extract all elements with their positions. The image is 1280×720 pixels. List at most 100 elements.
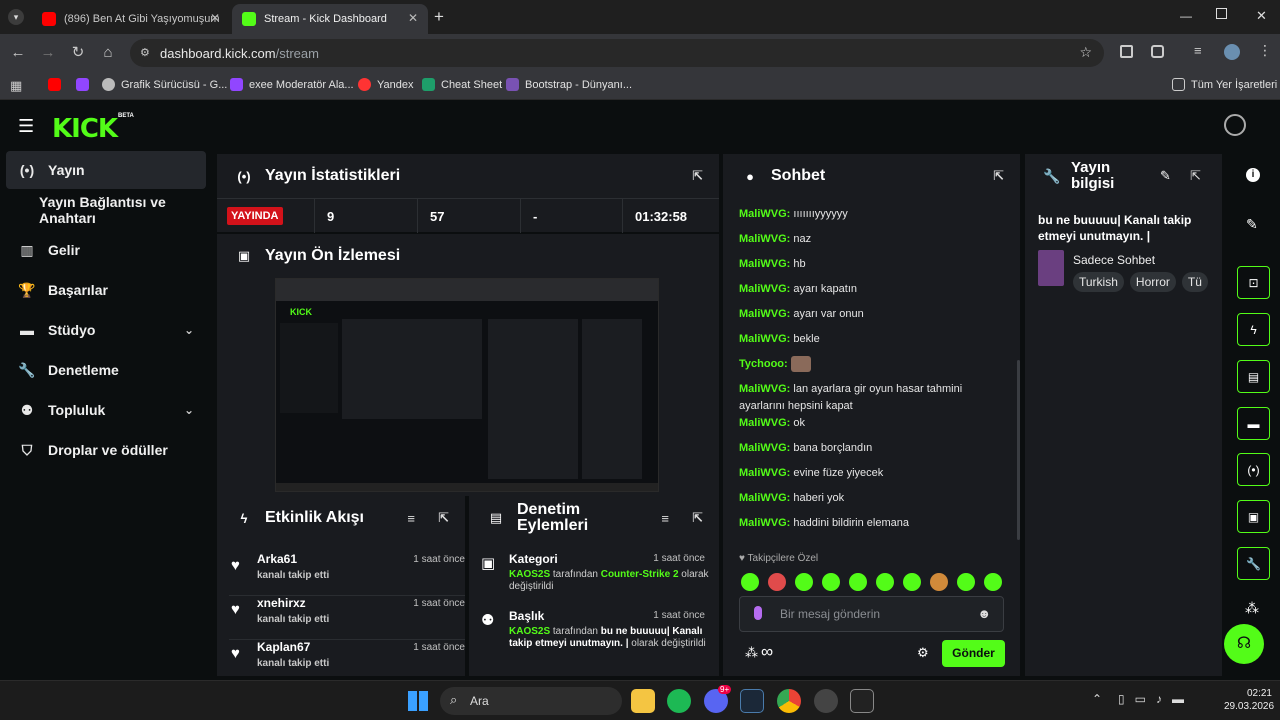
- profile-avatar[interactable]: [1224, 44, 1240, 60]
- emoji-icon[interactable]: ☻: [977, 606, 991, 621]
- tab-search-dropdown[interactable]: ▾: [8, 9, 24, 25]
- chat-settings-icon[interactable]: ⚙: [917, 645, 929, 661]
- info-icon[interactable]: i: [1246, 168, 1260, 182]
- rail-button-wrench[interactable]: 🔧: [1237, 547, 1270, 580]
- sidebar-item[interactable]: ▥ Gelir: [6, 231, 206, 269]
- event-user[interactable]: Kaplan67: [257, 640, 310, 654]
- media-icon[interactable]: ≡: [1194, 43, 1202, 58]
- stream-tag[interactable]: Tü: [1181, 272, 1208, 292]
- close-icon[interactable]: ✕: [210, 11, 220, 25]
- event-user[interactable]: Arka61: [257, 552, 297, 566]
- home-icon[interactable]: ⌂: [98, 44, 118, 62]
- chat-username[interactable]: MaliWVG: [739, 467, 787, 479]
- emote-icon[interactable]: [795, 573, 813, 591]
- pencil-icon[interactable]: ✎: [1246, 216, 1258, 233]
- chat-input[interactable]: Bir mesaj gönderin ☻: [739, 596, 1004, 632]
- reload-button[interactable]: ↻: [68, 44, 88, 62]
- chevron-down-icon[interactable]: ⌄: [184, 323, 194, 337]
- chat-username[interactable]: MaliWVG: [739, 492, 787, 504]
- sidebar-item[interactable]: Yayın Bağlantısı ve Anahtarı: [6, 191, 206, 229]
- menu-icon[interactable]: ⋮: [1258, 42, 1272, 59]
- sidebar-item[interactable]: (•) Yayın: [6, 151, 206, 189]
- windows-start-icon[interactable]: [408, 691, 428, 711]
- emote-icon[interactable]: [849, 573, 867, 591]
- tray-chevron-icon[interactable]: ⌃: [1092, 692, 1102, 706]
- close-window-button[interactable]: ✕: [1256, 8, 1267, 24]
- chevron-down-icon[interactable]: ⌄: [184, 403, 194, 417]
- stream-preview-video[interactable]: KICK: [275, 278, 659, 492]
- file-explorer-icon[interactable]: [631, 689, 655, 713]
- popout-icon[interactable]: ⇱: [993, 168, 1004, 184]
- epic-games-icon[interactable]: [850, 689, 874, 713]
- popout-icon[interactable]: ⇱: [692, 168, 703, 184]
- taskbar-search[interactable]: ⌕ Ara: [440, 687, 622, 715]
- site-info-icon[interactable]: ⚙: [140, 46, 150, 59]
- bookmark-5[interactable]: Bootstrap - Dünyanı...: [506, 78, 632, 91]
- bookmark-3[interactable]: Yandex: [358, 78, 414, 91]
- chat-username[interactable]: MaliWVG: [739, 258, 787, 270]
- spotify-icon[interactable]: [667, 689, 691, 713]
- support-button[interactable]: ☊: [1224, 624, 1264, 664]
- bookmark-youtube[interactable]: [48, 78, 67, 91]
- chat-username[interactable]: MaliWVG: [739, 383, 787, 395]
- maximize-button[interactable]: [1216, 8, 1227, 19]
- channel-points-icon[interactable]: ⁂: [745, 645, 758, 661]
- bookmark-1[interactable]: Grafik Sürücüsü - G...: [102, 78, 227, 91]
- edit-icon[interactable]: ✎: [1160, 168, 1171, 184]
- tab-youtube[interactable]: (896) Ben At Gibi Yaşıyomuşum ✕: [32, 4, 230, 34]
- clock[interactable]: 02:21 29.03.2026: [1224, 687, 1274, 713]
- new-tab-button[interactable]: +: [434, 7, 444, 27]
- stream-tag[interactable]: Horror: [1129, 272, 1176, 292]
- emote-icon[interactable]: [876, 573, 894, 591]
- popout-icon[interactable]: ⇱: [692, 510, 703, 526]
- rail-button-document[interactable]: ▤: [1237, 360, 1270, 393]
- rail-button-camera[interactable]: ⊡: [1237, 266, 1270, 299]
- emote-icon[interactable]: [768, 573, 786, 591]
- bookmark-4[interactable]: Cheat Sheet: [422, 78, 502, 91]
- filter-icon[interactable]: ≡: [661, 511, 669, 526]
- event-user[interactable]: xnehirxz: [257, 596, 306, 610]
- chat-scrollbar[interactable]: [1017, 360, 1020, 540]
- puzzle-icon[interactable]: [1151, 45, 1164, 58]
- hamburger-menu-icon[interactable]: ☰: [18, 116, 34, 137]
- sidebar-item[interactable]: ▬ Stüdyo ⌄: [6, 311, 206, 349]
- back-button[interactable]: ←: [8, 44, 28, 62]
- emote-icon[interactable]: [903, 573, 921, 591]
- mic-icon[interactable]: [754, 606, 762, 620]
- steam-icon[interactable]: [740, 689, 764, 713]
- chat-username[interactable]: MaliWVG: [739, 233, 787, 245]
- app-icon[interactable]: [814, 689, 838, 713]
- sidebar-item[interactable]: 🏆 Başarılar: [6, 271, 206, 309]
- send-button[interactable]: Gönder: [942, 640, 1005, 667]
- chat-username[interactable]: MaliWVG: [739, 442, 787, 454]
- emote-icon[interactable]: [741, 573, 759, 591]
- chat-username[interactable]: MaliWVG: [739, 333, 787, 345]
- apps-icon[interactable]: ▦: [10, 78, 22, 94]
- chat-username[interactable]: MaliWVG: [739, 417, 787, 429]
- url-field[interactable]: ⚙ dashboard.kick.com/stream ☆: [130, 39, 1104, 67]
- sidebar-item[interactable]: 🔧 Denetleme: [6, 351, 206, 389]
- tab-kick[interactable]: Stream - Kick Dashboard ✕: [232, 4, 428, 34]
- tray-icons[interactable]: ▯▭♪▬: [1118, 692, 1194, 706]
- chat-username[interactable]: Tychooo: [739, 358, 784, 370]
- chat-username[interactable]: MaliWVG: [739, 208, 787, 220]
- rail-button-broadcast[interactable]: (•): [1237, 453, 1270, 486]
- channel-points-icon[interactable]: ⁂: [1245, 600, 1259, 617]
- minimize-button[interactable]: —: [1180, 9, 1192, 23]
- chat-username[interactable]: MaliWVG: [739, 308, 787, 320]
- user-avatar[interactable]: [1224, 114, 1246, 136]
- emote-icon[interactable]: [957, 573, 975, 591]
- moderator-name[interactable]: KAOS2S: [509, 569, 550, 580]
- moderator-name[interactable]: KAOS2S: [509, 626, 550, 637]
- rail-button-preview[interactable]: ▣: [1237, 500, 1270, 533]
- chat-username[interactable]: MaliWVG: [739, 517, 787, 529]
- bookmark-twitch[interactable]: [76, 78, 95, 91]
- bookmark-star-icon[interactable]: ☆: [1079, 44, 1092, 61]
- kick-logo[interactable]: KICK: [52, 114, 118, 144]
- popout-icon[interactable]: ⇱: [438, 510, 449, 526]
- bookmark-2[interactable]: exee Moderatör Ala...: [230, 78, 354, 91]
- rail-button-chat[interactable]: ▬: [1237, 407, 1270, 440]
- emote-icon[interactable]: [822, 573, 840, 591]
- sidebar-item[interactable]: ⛉ Droplar ve ödüller: [6, 431, 206, 469]
- rail-button-bolt[interactable]: ϟ: [1237, 313, 1270, 346]
